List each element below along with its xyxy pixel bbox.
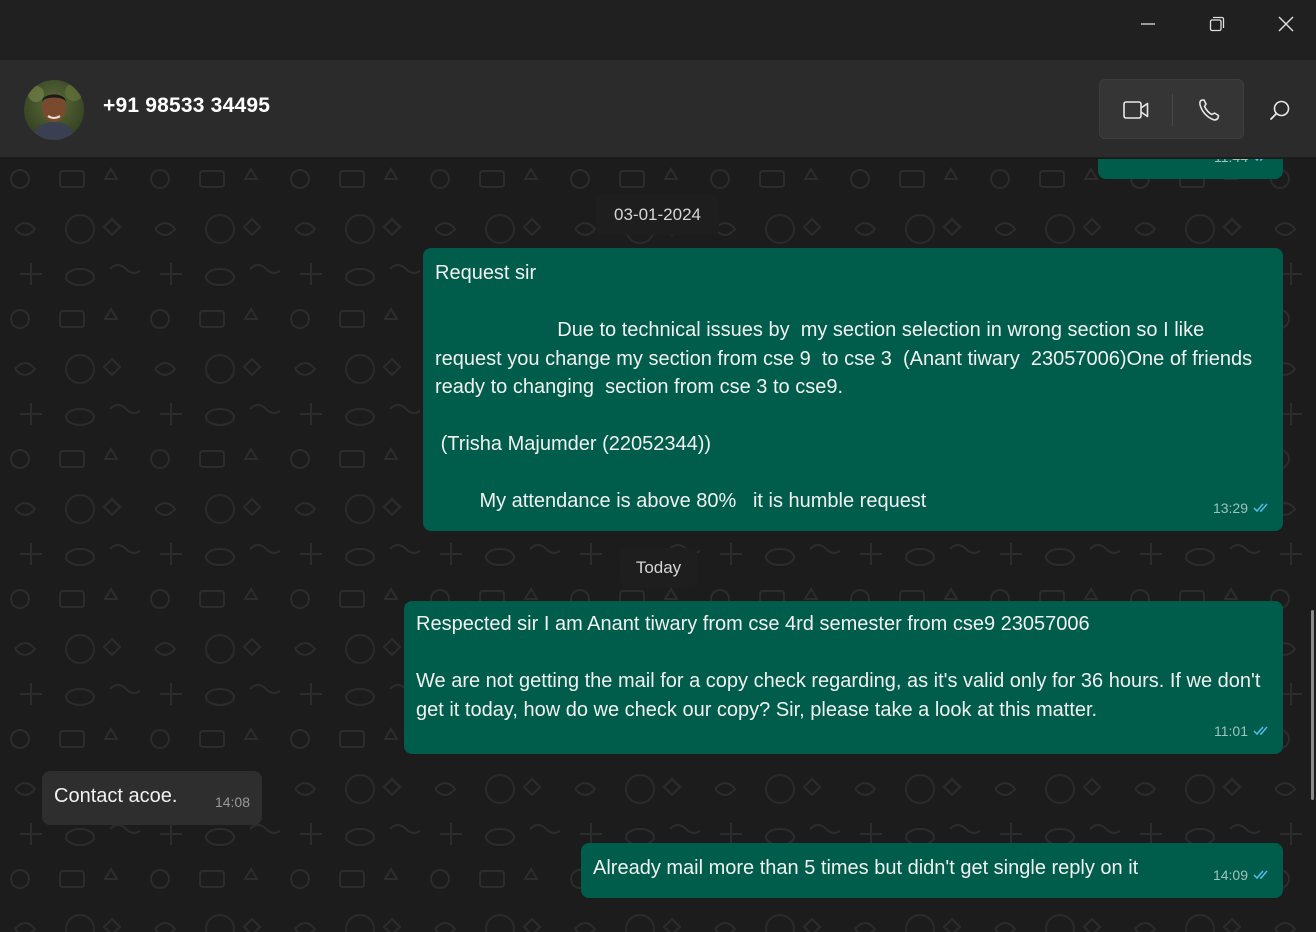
message-bubble-outgoing[interactable]: Already mail more than 5 times but didn'… xyxy=(581,843,1283,898)
video-call-icon xyxy=(1123,101,1149,119)
message-bubble-partial[interactable]: 11:44 xyxy=(1098,159,1283,179)
message-time: 11:44 xyxy=(1214,159,1248,171)
date-separator: 03-01-2024 xyxy=(596,195,719,235)
message-text: Already mail more than 5 times but didn'… xyxy=(593,857,1139,879)
close-icon xyxy=(1278,16,1294,32)
message-time: 14:08 xyxy=(214,793,250,810)
date-label: 03-01-2024 xyxy=(614,205,701,224)
message-meta: 11:44 xyxy=(1214,159,1271,171)
read-ticks-icon xyxy=(1255,159,1263,161)
message-meta: 14:09 xyxy=(1213,861,1271,890)
date-label: Today xyxy=(635,558,682,577)
message-meta: 11:01 xyxy=(1214,717,1271,746)
read-ticks-icon xyxy=(1253,870,1268,879)
close-button[interactable] xyxy=(1252,0,1316,48)
contact-name[interactable]: +91 98533 34495 xyxy=(103,94,270,118)
voice-call-button[interactable] xyxy=(1173,80,1245,140)
date-separator: Today xyxy=(620,548,697,588)
search-icon xyxy=(1270,100,1290,120)
chat-header: +91 98533 34495 xyxy=(0,60,1316,158)
window-titlebar xyxy=(0,0,1316,60)
message-bubble-incoming[interactable]: Contact acoe. 14:08 xyxy=(42,771,262,825)
message-meta: 13:29 xyxy=(1213,494,1271,523)
message-time: 14:09 xyxy=(1212,866,1248,883)
restore-button[interactable] xyxy=(1183,0,1251,48)
call-button-group xyxy=(1099,79,1244,139)
message-time: 13:29 xyxy=(1212,499,1248,516)
message-text: Request sir Due to technical issues by m… xyxy=(435,262,1253,512)
minimize-button[interactable] xyxy=(1114,0,1182,48)
message-meta: 14:08 xyxy=(215,788,250,817)
chat-scrollbar[interactable] xyxy=(1311,610,1314,800)
message-bubble-outgoing[interactable]: Respected sir I am Anant tiwary from cse… xyxy=(404,601,1283,754)
contact-avatar[interactable] xyxy=(24,80,84,140)
video-call-button[interactable] xyxy=(1100,80,1172,140)
message-time: 11:01 xyxy=(1214,722,1248,739)
minimize-icon xyxy=(1141,23,1155,25)
read-ticks-icon xyxy=(1253,726,1268,735)
message-text: Respected sir I am Anant tiwary from cse… xyxy=(416,613,1261,721)
restore-icon xyxy=(1209,16,1225,32)
voice-call-icon xyxy=(1199,99,1220,121)
message-bubble-outgoing[interactable]: Request sir Due to technical issues by m… xyxy=(423,248,1283,531)
search-button[interactable] xyxy=(1260,90,1300,130)
read-ticks-icon xyxy=(1253,503,1268,512)
chat-area[interactable]: 11:44 03-01-2024 Request sir Due to tech… xyxy=(0,159,1316,932)
